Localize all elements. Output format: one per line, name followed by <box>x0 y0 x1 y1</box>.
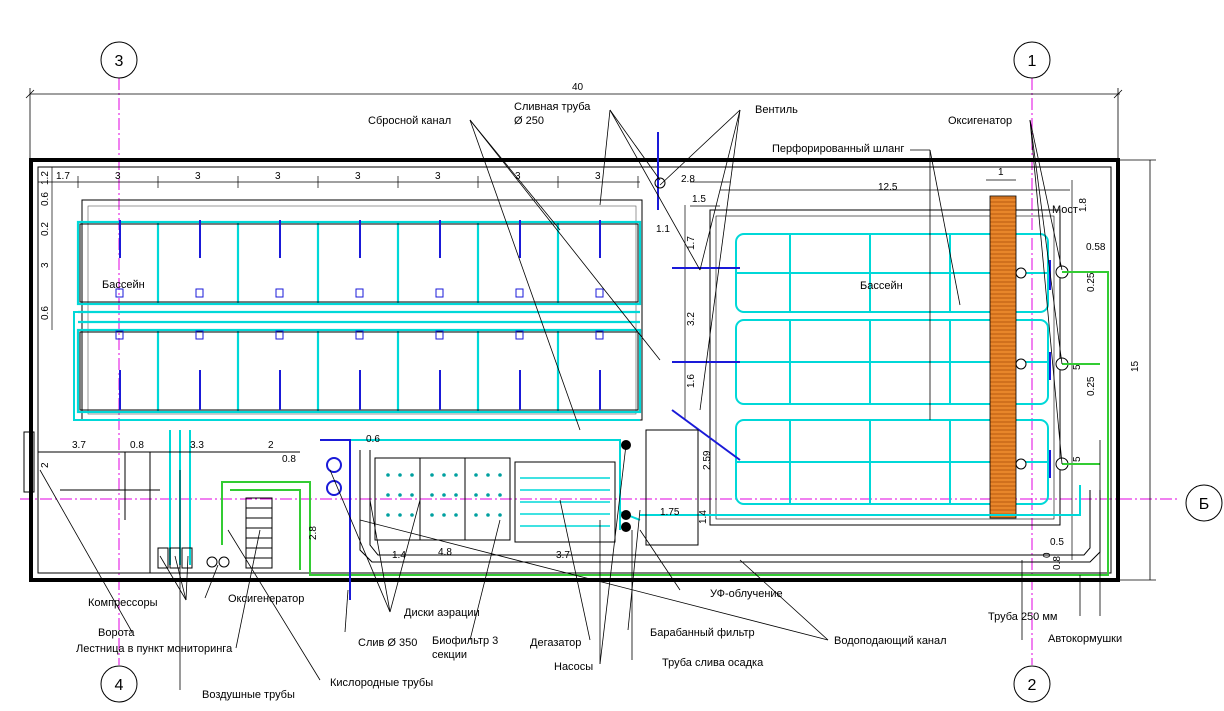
axis-3-top: 3 <box>115 53 124 70</box>
label-perforated-hose: Перфорированный шланг <box>772 143 904 155</box>
label-oxygenator-top: Оксигенатор <box>948 115 1012 127</box>
service-rooms <box>23 431 300 573</box>
bridge-post-1 <box>1015 267 1027 279</box>
dim-1-7: 1.7 <box>56 171 70 182</box>
aeration-disc-dots <box>386 473 502 517</box>
dim-3-7: 3.7 <box>72 440 86 451</box>
dim-2-8: 2.8 <box>681 174 695 185</box>
dim-0-25-a: 0.25 <box>1086 272 1097 292</box>
label-degasser: Дегазатор <box>530 637 581 649</box>
label-autofeeders: Автокормушки <box>1048 633 1122 645</box>
label-gate: Ворота <box>98 627 135 639</box>
bridge-post-2 <box>1015 358 1027 370</box>
dim-0-8-b: 0.8 <box>282 454 296 465</box>
dim-1: 1 <box>998 167 1004 178</box>
supply-channel <box>350 439 1081 530</box>
label-sludge-pipe: Труба слива осадка <box>662 657 764 669</box>
bridge-label: Мост <box>1052 204 1078 216</box>
dim-5-b: 5 <box>1072 456 1083 462</box>
dim-1-75: 1.75 <box>660 507 680 518</box>
dim-3-c: 3 <box>275 171 281 182</box>
dim-3-7-b: 3.7 <box>556 550 570 561</box>
dim-1-1: 1.1 <box>656 224 670 235</box>
label-drum-filter: Барабанный фильтр <box>650 627 755 639</box>
dim-3-b: 3 <box>195 171 201 182</box>
pumps <box>621 440 631 532</box>
dim-3-3: 3.3 <box>190 440 204 451</box>
label-uv: УФ-облучение <box>710 588 783 600</box>
dim-1-6: 1.6 <box>686 374 697 388</box>
axis-2-bottom: 2 <box>1028 677 1037 694</box>
label-air-pipes: Воздушные трубы <box>202 689 295 701</box>
treatment-block <box>374 457 616 543</box>
dim-2-a: 2 <box>268 440 274 451</box>
dim-1-5: 1.5 <box>692 194 706 205</box>
dim-0-6-c: 0.6 <box>366 434 380 445</box>
floor-plan: 3 4 1 2 Б 40 15 1.7 3 3 3 3 3 3 3 1.2 0.… <box>20 41 1223 703</box>
pool-right-label: Бассейн <box>860 280 903 292</box>
dim-2-8-b: 2.8 <box>308 526 319 540</box>
dim-1-4-b: 1.4 <box>698 510 709 524</box>
top-dim-chain <box>38 176 640 188</box>
dim-0-8-c: 0.8 <box>1052 556 1063 570</box>
dim-0-6-a: 0.6 <box>40 192 51 206</box>
label-oxygen-pipes: Кислородные трубы <box>330 677 433 689</box>
drawing-canvas: 3 4 1 2 Б 40 15 1.7 3 3 3 3 3 3 3 1.2 0.… <box>0 0 1224 711</box>
axis-1-top: 1 <box>1028 53 1037 70</box>
bridge-post-3 <box>1015 458 1027 470</box>
dim-3-e: 3 <box>435 171 441 182</box>
dim-3-left: 3 <box>40 262 51 268</box>
dim-3-d: 3 <box>355 171 361 182</box>
pool-left-label: Бассейн <box>102 279 145 291</box>
dim-0-25-b: 0.25 <box>1086 376 1097 396</box>
dim-3-2: 3.2 <box>686 312 697 326</box>
dim-2-59: 2.59 <box>702 450 713 470</box>
dim-total-width: 40 <box>572 82 584 93</box>
dim-total-height: 15 <box>1130 360 1141 372</box>
dim-4-8: 4.8 <box>438 547 452 558</box>
dim-3-a: 3 <box>115 171 121 182</box>
dim-0-2: 0.2 <box>40 222 51 236</box>
label-drain-pipe-dia: Ø 250 <box>514 115 544 127</box>
label-compressors: Компрессоры <box>88 597 158 609</box>
dim-1-2: 1.2 <box>40 171 51 185</box>
dim-0-58: 0.58 <box>1086 242 1106 253</box>
dim-1-8: 1.8 <box>1078 198 1089 212</box>
label-stairs: Лестница в пункт мониторинга <box>76 643 233 655</box>
axis-B-right: Б <box>1199 496 1210 513</box>
supply-channel-walls <box>359 429 1101 563</box>
degasser-lines <box>520 477 610 527</box>
dim-12-5: 12.5 <box>878 182 898 193</box>
label-pumps: Насосы <box>554 661 593 673</box>
dim-0-6-b: 0.6 <box>40 306 51 320</box>
label-drain: Слив Ø 350 <box>358 637 417 649</box>
axis-4-bottom: 4 <box>115 677 124 694</box>
oxygenators-right <box>1055 265 1069 471</box>
label-valve: Вентиль <box>755 104 798 116</box>
dim-0-5: 0.5 <box>1050 537 1064 548</box>
label-aeration-discs: Диски аэрации <box>404 607 480 619</box>
label-pipe-250: Труба 250 мм <box>988 611 1057 623</box>
label-drain-pipe: Сливная труба <box>514 101 591 113</box>
label-supply-channel: Водоподающий канал <box>834 635 947 647</box>
dim-3-g: 3 <box>595 171 601 182</box>
label-biofilter-2: секции <box>432 649 467 661</box>
dim-2-b: 2 <box>40 462 51 468</box>
label-biofilter: Биофильтр 3 <box>432 635 498 647</box>
dim-0-8-a: 0.8 <box>130 440 144 451</box>
label-oxygenator-bottom: Оксигенератор <box>228 593 304 605</box>
discharge-channel-inner <box>87 205 637 415</box>
left-pool-aerators <box>119 220 601 410</box>
bridge <box>989 195 1017 519</box>
label-discharge-channel: Сбросной канал <box>368 115 451 127</box>
